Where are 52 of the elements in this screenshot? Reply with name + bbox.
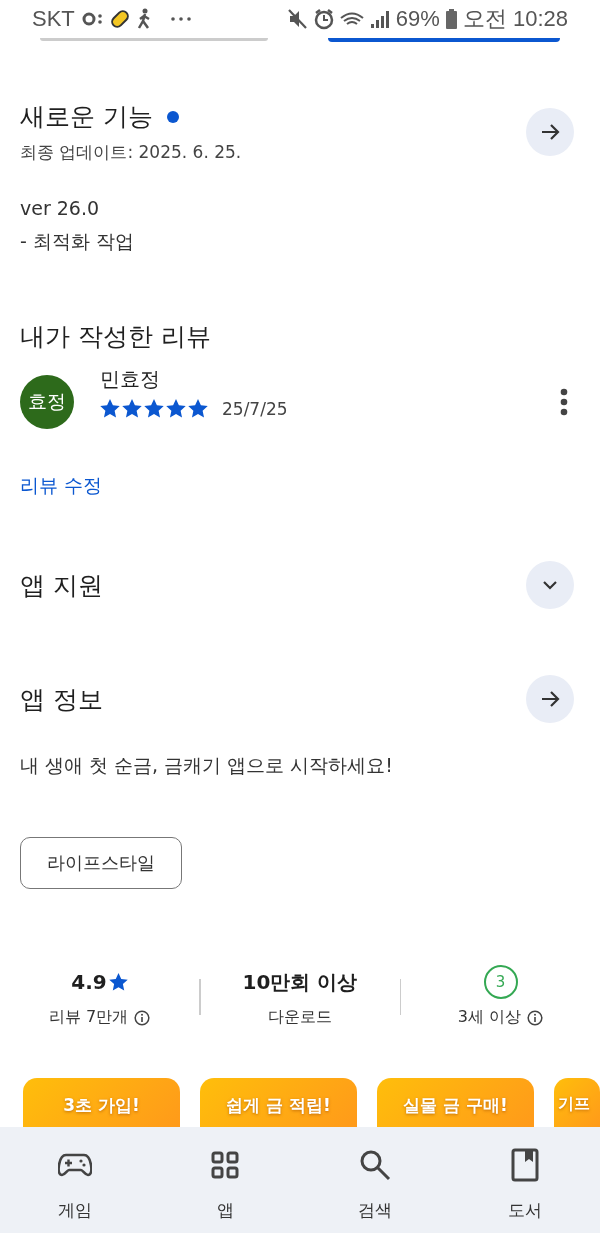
info-icon[interactable] bbox=[527, 1009, 544, 1026]
stat-label: 3세 이상 bbox=[457, 1007, 522, 1028]
nav-tab[interactable]: 검색 bbox=[300, 1127, 450, 1233]
arrow-button[interactable] bbox=[526, 675, 574, 723]
signal-icon bbox=[369, 9, 390, 29]
mute-icon bbox=[287, 8, 308, 30]
edit-review-link[interactable]: 리뷰 수정 bbox=[20, 474, 103, 496]
stat-value: 4.9 bbox=[71, 970, 107, 994]
info-icon[interactable] bbox=[134, 1009, 151, 1026]
nav-tab[interactable]: 도서 bbox=[450, 1127, 600, 1233]
carrier-name: SKT bbox=[32, 6, 75, 32]
update-date: 최종 업데이트: 2025. 6. 25. bbox=[20, 141, 242, 164]
clock: 오전 10:28 bbox=[462, 5, 568, 33]
avatar: 효정 bbox=[20, 375, 74, 429]
age-rating-badge: 3 bbox=[483, 965, 518, 999]
reviewer-name: 민효정 bbox=[100, 365, 161, 393]
screenshot-headline: 실물 금 구매! bbox=[403, 1094, 508, 1117]
more-icon[interactable] bbox=[560, 388, 568, 416]
grid-icon bbox=[211, 1151, 239, 1179]
star-icon bbox=[166, 399, 186, 418]
screenshot-headline: 쉽게 금 적립! bbox=[226, 1094, 331, 1117]
search-icon bbox=[359, 1149, 391, 1181]
arrow-button[interactable] bbox=[526, 108, 574, 156]
gamepad-icon bbox=[58, 1152, 92, 1178]
more-icon bbox=[170, 17, 191, 21]
app-description: 내 생애 첫 순금, 금캐기 앱으로 시작하세요! bbox=[19, 753, 394, 778]
release-note: - 최적화 작업 bbox=[20, 229, 135, 254]
star-icon bbox=[188, 399, 208, 418]
star-icon bbox=[100, 399, 120, 418]
star-icon bbox=[108, 973, 128, 991]
screenshot-headline: 3초 가입! bbox=[63, 1094, 140, 1117]
section-title: 앱 지원 bbox=[20, 569, 103, 602]
section-title: 앱 정보 bbox=[20, 683, 103, 716]
stat-label: 다운로드 bbox=[268, 1007, 332, 1028]
category-chip[interactable]: 라이프스타일 bbox=[20, 837, 182, 889]
section-title: 내가 작성한 리뷰 bbox=[20, 322, 211, 351]
release-note: ver 26.0 bbox=[20, 196, 101, 221]
wifi-icon bbox=[339, 10, 364, 28]
battery-icon bbox=[445, 9, 457, 29]
walking-person-icon bbox=[136, 8, 151, 30]
section-title: 새로운 기능 bbox=[20, 101, 153, 133]
battery-percent: 69% bbox=[395, 6, 440, 32]
stat-label: 리뷰 7만개 bbox=[48, 1007, 129, 1028]
nav-tab[interactable]: 게임 bbox=[0, 1127, 150, 1233]
alarm-icon bbox=[313, 8, 334, 30]
review-date: 25/7/25 bbox=[222, 398, 288, 419]
star-icon bbox=[122, 399, 142, 418]
stat-value: 10만회 이상 bbox=[242, 968, 358, 996]
star-icon bbox=[144, 399, 164, 418]
nav-tab[interactable]: 앱 bbox=[150, 1127, 300, 1233]
book-icon bbox=[511, 1148, 539, 1182]
screenshot-headline: 기프 bbox=[558, 1094, 590, 1115]
